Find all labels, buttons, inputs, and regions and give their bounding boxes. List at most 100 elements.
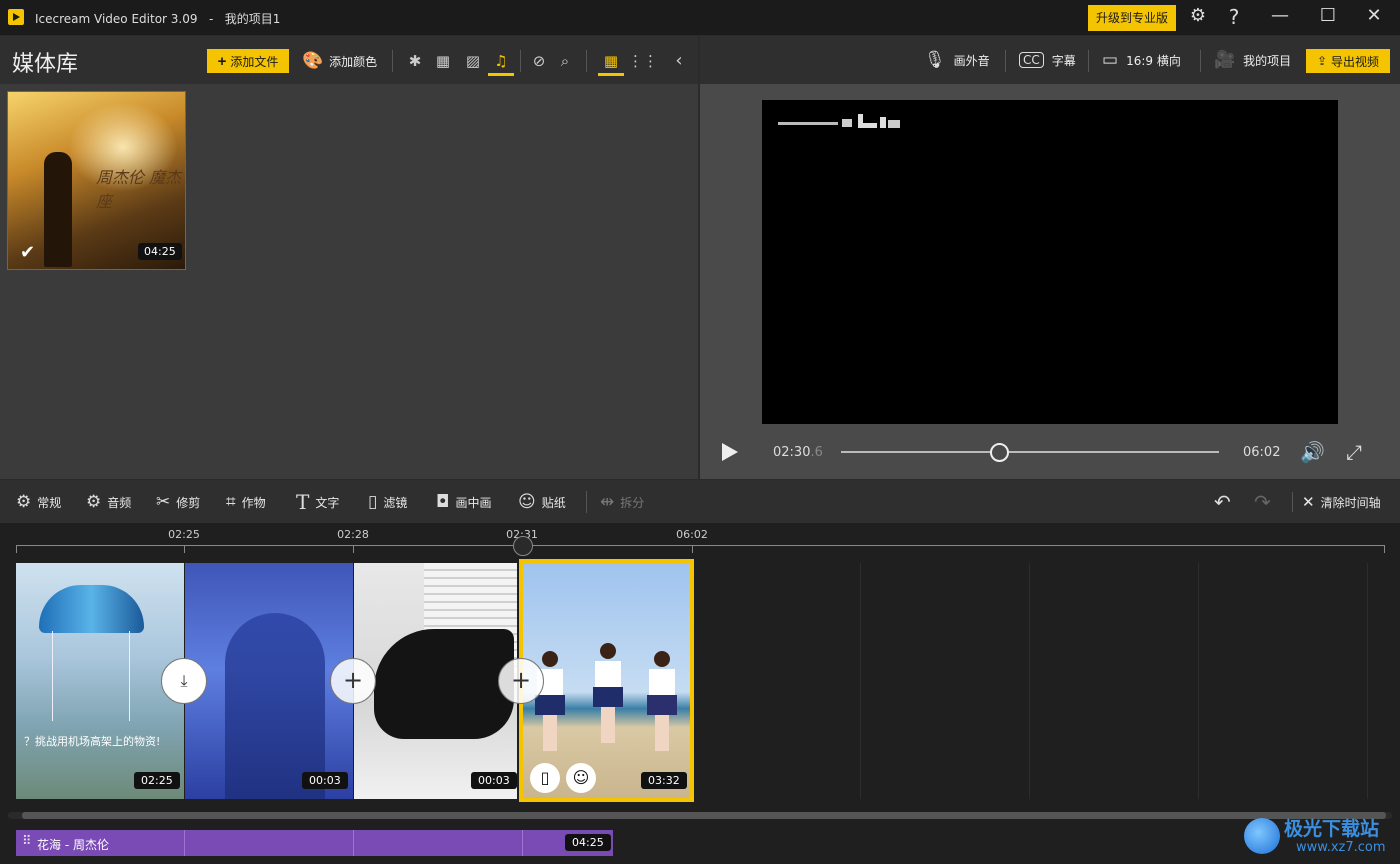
filter-spray-icon: ▯ xyxy=(368,492,378,512)
filter-video-film-icon[interactable]: ▦ xyxy=(432,50,454,72)
add-transition-plus-icon[interactable]: + xyxy=(330,658,376,704)
my-projects-label: 我的项目 xyxy=(1243,53,1292,68)
close-window-icon[interactable]: ✕ xyxy=(1362,5,1386,29)
voiceover-button[interactable]: 🎙 画外音 xyxy=(924,48,990,72)
timeline-clip[interactable] xyxy=(185,563,353,799)
clip-4-figure xyxy=(593,643,623,743)
current-time-main: 02:30 xyxy=(773,445,811,460)
ruler-label: 02:28 xyxy=(337,528,369,541)
timeline-ruler[interactable] xyxy=(16,545,1385,546)
clip-sticker-smiley-icon[interactable]: ☺ xyxy=(566,763,596,793)
sticker-label: 贴纸 xyxy=(541,495,566,510)
unused-filter-icon[interactable]: ⊘ xyxy=(528,50,550,72)
projects-camera-icon: 🎥 xyxy=(1214,50,1236,70)
timeline-scrollbar-thumb[interactable] xyxy=(22,812,1386,819)
track-gridline xyxy=(860,563,861,799)
ruler-tick xyxy=(16,545,17,553)
small-grid-view-icon[interactable]: ⋮⋮ xyxy=(628,50,658,72)
redo-icon[interactable]: ↷ xyxy=(1254,490,1271,514)
export-video-label: 导出视频 xyxy=(1331,54,1380,69)
aspect-ratio-icon: ▭ xyxy=(1102,50,1119,70)
audio-segment-divider xyxy=(353,830,354,856)
drag-grip-icon[interactable]: ⠿ xyxy=(22,834,32,849)
filter-music-note-icon[interactable]: ♫ xyxy=(490,50,512,72)
media-item-thumbnail[interactable]: 周杰伦 魔杰座 ✔ 04:25 xyxy=(7,91,186,270)
plus-icon: + xyxy=(217,52,227,70)
clip-4-figure xyxy=(647,651,677,751)
timeline-clip[interactable] xyxy=(354,563,517,799)
general-button[interactable]: ⚙ 常规 xyxy=(16,490,61,514)
help-icon[interactable]: ? xyxy=(1222,5,1246,29)
minimize-icon[interactable]: — xyxy=(1268,5,1292,29)
clip-duration: 03:32 xyxy=(641,772,687,789)
timeline-clip[interactable]: ？挑战用机场高架上的物资! xyxy=(16,563,184,799)
general-gear-icon: ⚙ xyxy=(16,492,32,512)
toolbar-separator xyxy=(1200,50,1201,72)
export-upload-icon: ⇪ xyxy=(1316,54,1328,68)
clip-4-figure xyxy=(535,651,565,751)
clip-3-person xyxy=(374,629,514,739)
undo-icon[interactable]: ↶ xyxy=(1214,490,1231,514)
selected-check-icon: ✔ xyxy=(20,242,36,263)
trim-button[interactable]: ✂ 修剪 xyxy=(156,490,200,514)
picture-in-picture-button[interactable]: ◘ 画中画 xyxy=(436,490,491,514)
audio-track-duration: 04:25 xyxy=(565,834,611,851)
playhead-handle[interactable] xyxy=(513,536,533,556)
filter-all-star-icon[interactable]: ✱ xyxy=(404,50,426,72)
toolbar-separator xyxy=(1292,492,1293,512)
subtitles-button[interactable]: CC 字幕 xyxy=(1019,48,1076,72)
site-watermark-name: 极光下载站 xyxy=(1284,818,1380,840)
add-file-button[interactable]: + 添加文件 xyxy=(207,49,289,73)
window-title: Icecream Video Editor 3.09 - 我的项目1 xyxy=(35,12,281,26)
sticker-button[interactable]: ☺ 贴纸 xyxy=(518,490,566,514)
transition-applied-icon[interactable]: ⤓ xyxy=(161,658,207,704)
voiceover-label: 画外音 xyxy=(953,53,990,68)
video-preview-canvas[interactable] xyxy=(762,100,1338,424)
ruler-label: 06:02 xyxy=(676,528,708,541)
audio-segment-divider xyxy=(184,830,185,856)
audio-gear-icon: ⚙ xyxy=(86,492,102,512)
text-button[interactable]: T 文字 xyxy=(296,490,339,514)
audio-track-label: 花海 - 周杰伦 xyxy=(37,838,109,852)
microphone-icon: 🎙 xyxy=(924,50,946,70)
current-time: 02:30.6 xyxy=(773,445,823,460)
toolbar-separator xyxy=(586,491,587,513)
ruler-tick xyxy=(1384,545,1385,553)
sticker-smiley-icon: ☺ xyxy=(518,492,536,512)
maximize-icon[interactable]: ☐ xyxy=(1316,5,1340,29)
audio-label: 音频 xyxy=(107,495,132,510)
my-projects-button[interactable]: 🎥 我的项目 xyxy=(1214,48,1291,72)
aspect-ratio-button[interactable]: ▭ 16:9 横向 xyxy=(1102,48,1181,72)
audio-button[interactable]: ⚙ 音频 xyxy=(86,490,131,514)
collapse-panel-chevron-left-icon[interactable]: ‹ xyxy=(668,50,690,72)
large-grid-view-icon[interactable]: ▦ xyxy=(600,50,622,72)
subtitles-cc-icon: CC xyxy=(1019,52,1044,68)
clear-timeline-button[interactable]: ✕ 清除时间轴 xyxy=(1302,490,1381,514)
clip-filter-spray-icon[interactable]: ▯ xyxy=(530,763,560,793)
add-transition-plus-icon[interactable]: + xyxy=(498,658,544,704)
crop-button[interactable]: ⌗ 作物 xyxy=(226,490,266,514)
video-watermark-logo xyxy=(778,114,900,128)
export-video-button[interactable]: ⇪ 导出视频 xyxy=(1306,49,1390,73)
search-icon[interactable]: ⌕ xyxy=(554,50,576,72)
clear-timeline-label: 清除时间轴 xyxy=(1320,495,1381,510)
site-watermark-url: www.xz7.com xyxy=(1296,840,1386,855)
split-button[interactable]: ⇹ 拆分 xyxy=(600,490,644,514)
play-icon[interactable] xyxy=(720,441,740,463)
app-logo-icon xyxy=(8,9,24,25)
fullscreen-expand-icon[interactable]: ⤢ xyxy=(1346,440,1362,464)
aspect-ratio-label: 16:9 横向 xyxy=(1126,53,1181,68)
toolbar-separator xyxy=(520,50,521,72)
palette-icon: 🎨 xyxy=(302,51,324,71)
general-label: 常规 xyxy=(37,495,62,510)
filter-button[interactable]: ▯ 滤镜 xyxy=(368,490,407,514)
add-color-button[interactable]: 🎨 添加颜色 xyxy=(302,49,377,73)
seek-bar[interactable] xyxy=(841,451,1219,453)
ruler-tick xyxy=(692,545,693,553)
clip-1-caption: ？挑战用机场高架上的物资! xyxy=(24,735,161,748)
volume-icon[interactable]: 🔊 xyxy=(1300,440,1325,464)
crop-icon: ⌗ xyxy=(226,492,236,512)
filter-image-icon[interactable]: ▨ xyxy=(462,50,484,72)
settings-gear-icon[interactable]: ⚙ xyxy=(1186,5,1210,29)
upgrade-button[interactable]: 升级到专业版 xyxy=(1088,5,1176,31)
